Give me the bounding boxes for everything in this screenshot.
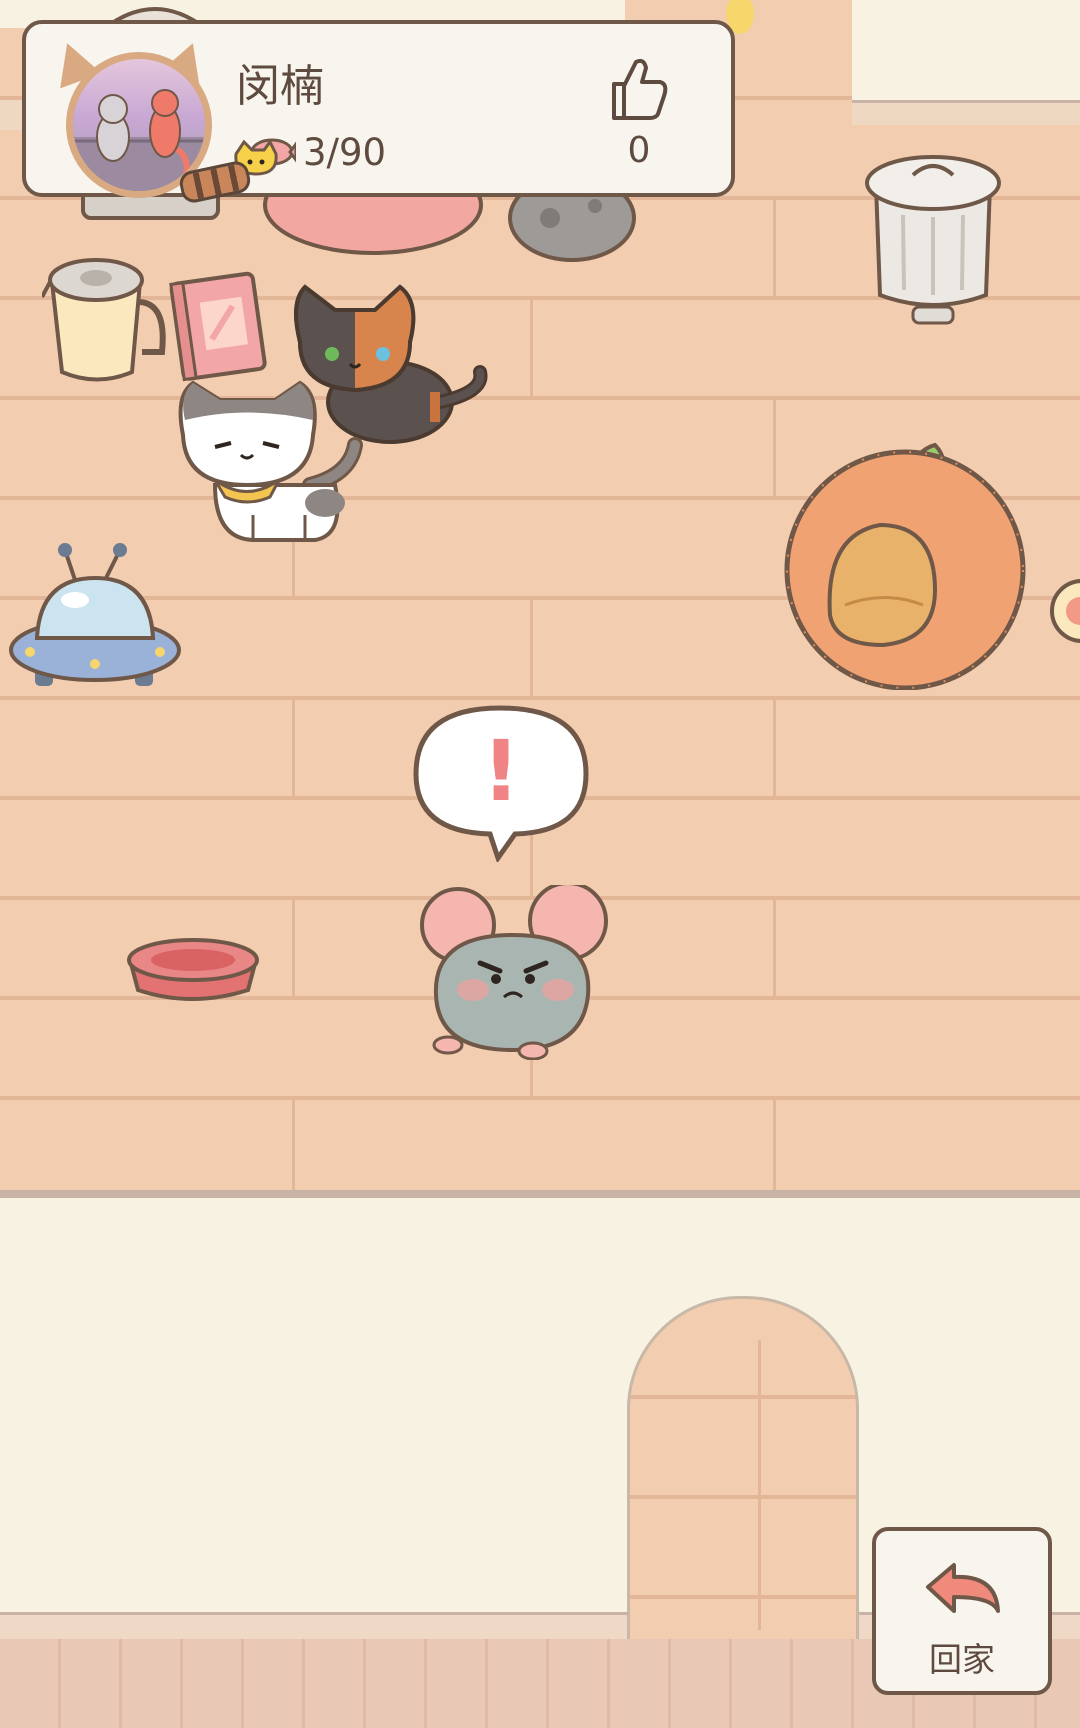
edge-decoration	[1050, 579, 1080, 643]
floor-seam	[530, 600, 533, 700]
arched-doorway	[627, 1296, 859, 1639]
like-count: 0	[627, 130, 651, 171]
back-arrow-icon[interactable]	[922, 1561, 1006, 1627]
thumbs-up-icon[interactable]	[608, 54, 670, 124]
floor-seam	[292, 1100, 295, 1190]
kettle[interactable]	[42, 252, 167, 392]
alert-mark: !	[482, 722, 520, 820]
ufo-toy[interactable]	[5, 540, 185, 700]
top-right-wall	[852, 0, 1080, 100]
avatar-cats-picture	[73, 89, 205, 191]
food-bowl[interactable]	[120, 930, 265, 1010]
player-avatar[interactable]	[46, 35, 253, 210]
floor-seam	[292, 700, 295, 800]
floor-seam	[758, 1340, 761, 1630]
grumpy-mouse[interactable]	[408, 885, 618, 1060]
floor-edge	[0, 1190, 1080, 1198]
floor-seam	[292, 900, 295, 1000]
game-scene: ! 闵楠 3/90 0 回家	[0, 0, 1080, 1728]
floor-seam	[773, 1100, 776, 1190]
fish-count: 3/90	[303, 131, 387, 174]
white-cat[interactable]	[175, 375, 390, 555]
floor-seam	[773, 700, 776, 800]
orange-cat-house[interactable]	[775, 440, 1040, 690]
floor-seam	[773, 200, 776, 300]
alert-bubble: !	[413, 705, 589, 862]
wall-trim	[852, 100, 1080, 125]
pink-book[interactable]	[165, 268, 275, 383]
player-name: 闵楠	[236, 61, 324, 112]
floor-seam	[773, 900, 776, 1000]
go-home-label: 回家	[929, 1640, 995, 1679]
go-home-button[interactable]: 回家	[872, 1527, 1052, 1695]
floor-seam	[530, 300, 533, 400]
trash-can[interactable]	[858, 145, 1008, 330]
like-button[interactable]: 0	[604, 54, 674, 189]
